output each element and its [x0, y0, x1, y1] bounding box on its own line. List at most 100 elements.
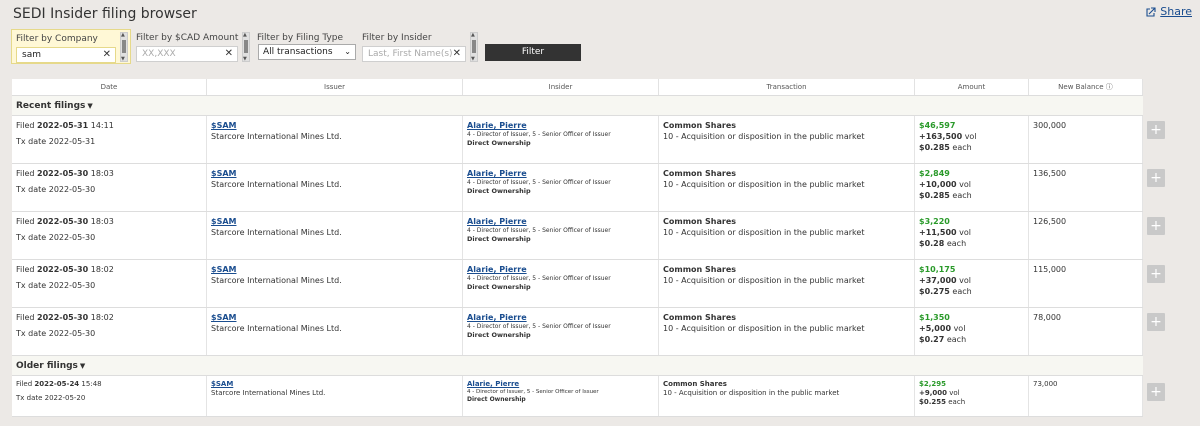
- issuer-cell: $SAM Starcore International Mines Ltd.: [207, 260, 463, 307]
- section-label: Older filings: [16, 361, 78, 371]
- transaction-type: 10 - Acquisition or disposition in the p…: [663, 180, 865, 189]
- volume-unit: vol: [959, 276, 971, 285]
- chevron-down-icon: ▼: [87, 102, 93, 110]
- plus-icon[interactable]: +: [1147, 383, 1165, 401]
- transaction-type: 10 - Acquisition or disposition in the p…: [663, 324, 865, 333]
- price-value: $0.275: [919, 287, 950, 296]
- insider-link[interactable]: Alarie, Pierre: [467, 120, 654, 131]
- ticker-link[interactable]: $SAM: [211, 216, 458, 227]
- company-input[interactable]: sam ✕: [16, 47, 116, 63]
- balance-cell: 115,000: [1029, 260, 1143, 307]
- date-cell: Filed 2022-05-31 14:11 Tx date 2022-05-3…: [12, 116, 207, 163]
- type-filter: Filter by Filing Type All transactions ⌄: [257, 32, 357, 60]
- ticker-link[interactable]: $SAM: [211, 168, 458, 179]
- balance-cell: 73,000: [1029, 376, 1143, 416]
- insider-link[interactable]: Alarie, Pierre: [467, 168, 654, 179]
- amount-scrollbar[interactable]: [242, 32, 250, 62]
- insider-input[interactable]: Last, First Name(s) ✕: [362, 46, 466, 62]
- issuer-cell: $SAM Starcore International Mines Ltd.: [207, 212, 463, 259]
- ticker-link[interactable]: $SAM: [211, 312, 458, 323]
- balance-cell: 78,000: [1029, 308, 1143, 355]
- insider-link[interactable]: Alarie, Pierre: [467, 216, 654, 227]
- date-cell: Filed 2022-05-30 18:03 Tx date 2022-05-3…: [12, 212, 207, 259]
- transaction-type: 10 - Acquisition or disposition in the p…: [663, 276, 865, 285]
- balance-value: 115,000: [1033, 265, 1067, 274]
- filed-date: 2022-05-30: [37, 313, 89, 322]
- transaction-cell: Common Shares 10 - Acquisition or dispos…: [659, 116, 915, 163]
- table-header: Date Issuer Insider Transaction Amount N…: [12, 79, 1143, 96]
- insider-link[interactable]: Alarie, Pierre: [467, 264, 654, 275]
- type-select[interactable]: All transactions ⌄: [258, 44, 356, 60]
- volume-value: +37,000: [919, 276, 957, 285]
- filed-label: Filed: [16, 313, 35, 322]
- close-icon[interactable]: ✕: [225, 47, 233, 61]
- security-type: Common Shares: [663, 265, 737, 274]
- transaction-cell: Common Shares 10 - Acquisition or dispos…: [659, 164, 915, 211]
- issuer-cell: $SAM Starcore International Mines Ltd.: [207, 164, 463, 211]
- section-recent-filings[interactable]: Recent filings ▼: [12, 96, 1143, 116]
- amount-input[interactable]: XX,XXX ✕: [136, 46, 238, 62]
- balance-value: 73,000: [1033, 380, 1058, 388]
- security-type: Common Shares: [663, 121, 737, 130]
- issuer-name: Starcore International Mines Ltd.: [211, 276, 342, 285]
- company-scrollbar[interactable]: [120, 32, 128, 62]
- insider-role: 4 - Director of Issuer, 5 - Senior Offic…: [467, 389, 599, 395]
- ticker-link[interactable]: $SAM: [211, 120, 458, 131]
- price-value: $0.28: [919, 239, 945, 248]
- insider-cell: Alarie, Pierre 4 - Director of Issuer, 5…: [463, 260, 659, 307]
- issuer-name: Starcore International Mines Ltd.: [211, 180, 342, 189]
- table-row: Filed 2022-05-30 18:03 Tx date 2022-05-3…: [12, 164, 1143, 212]
- transaction-type: 10 - Acquisition or disposition in the p…: [663, 228, 865, 237]
- tx-date: Tx date 2022-05-30: [16, 233, 96, 242]
- section-older-filings[interactable]: Older filings ▼: [12, 356, 1143, 376]
- filter-button[interactable]: Filter: [485, 44, 581, 61]
- filed-date: 2022-05-30: [37, 169, 89, 178]
- plus-icon[interactable]: +: [1147, 121, 1165, 139]
- filed-time: 18:02: [90, 265, 114, 274]
- issuer-cell: $SAM Starcore International Mines Ltd.: [207, 308, 463, 355]
- date-cell: Filed 2022-05-24 15:48 Tx date 2022-05-2…: [12, 376, 207, 416]
- filed-date: 2022-05-31: [37, 121, 89, 130]
- column-header-amount[interactable]: Amount: [915, 79, 1029, 95]
- volume-unit: vol: [959, 180, 971, 189]
- security-type: Common Shares: [663, 169, 737, 178]
- column-header-transaction[interactable]: Transaction: [659, 79, 915, 95]
- amount-cell: $2,295 +9,000 vol $0.255 each: [915, 376, 1029, 416]
- balance-cell: 126,500: [1029, 212, 1143, 259]
- issuer-name: Starcore International Mines Ltd.: [211, 132, 342, 141]
- plus-icon[interactable]: +: [1147, 169, 1165, 187]
- column-header-issuer[interactable]: Issuer: [207, 79, 463, 95]
- insider-cell: Alarie, Pierre 4 - Director of Issuer, 5…: [463, 308, 659, 355]
- price-value: $0.285: [919, 143, 950, 152]
- insider-role: 4 - Director of Issuer, 5 - Senior Offic…: [467, 131, 611, 138]
- insider-scrollbar[interactable]: [470, 32, 478, 62]
- ticker-link[interactable]: $SAM: [211, 264, 458, 275]
- insider-link[interactable]: Alarie, Pierre: [467, 380, 654, 389]
- plus-icon[interactable]: +: [1147, 265, 1165, 283]
- column-header-date[interactable]: Date: [12, 79, 207, 95]
- balance-cell: 136,500: [1029, 164, 1143, 211]
- insider-placeholder: Last, First Name(s): [368, 49, 453, 59]
- filed-time: 18:02: [90, 313, 114, 322]
- transaction-cell: Common Shares 10 - Acquisition or dispos…: [659, 376, 915, 416]
- volume-value: +163,500: [919, 132, 963, 141]
- amount-cell: $1,350 +5,000 vol $0.27 each: [915, 308, 1029, 355]
- chevron-down-icon: ⌄: [344, 47, 351, 56]
- column-header-balance[interactable]: New Balance ⓘ: [1029, 79, 1143, 95]
- ticker-link[interactable]: $SAM: [211, 380, 458, 389]
- filed-time: 18:03: [90, 169, 114, 178]
- amount-cell: $10,175 +37,000 vol $0.275 each: [915, 260, 1029, 307]
- close-icon[interactable]: ✕: [103, 48, 111, 62]
- amount-value: $3,220: [919, 217, 950, 226]
- close-icon[interactable]: ✕: [453, 47, 461, 61]
- insider-role: 4 - Director of Issuer, 5 - Senior Offic…: [467, 323, 611, 330]
- ownership-type: Direct Ownership: [467, 187, 531, 195]
- issuer-name: Starcore International Mines Ltd.: [211, 228, 342, 237]
- plus-icon[interactable]: +: [1147, 217, 1165, 235]
- plus-icon[interactable]: +: [1147, 313, 1165, 331]
- amount-value: $46,597: [919, 121, 956, 130]
- share-link[interactable]: Share: [1145, 5, 1192, 18]
- column-header-insider[interactable]: Insider: [463, 79, 659, 95]
- type-filter-label: Filter by Filing Type: [257, 33, 344, 43]
- insider-link[interactable]: Alarie, Pierre: [467, 312, 654, 323]
